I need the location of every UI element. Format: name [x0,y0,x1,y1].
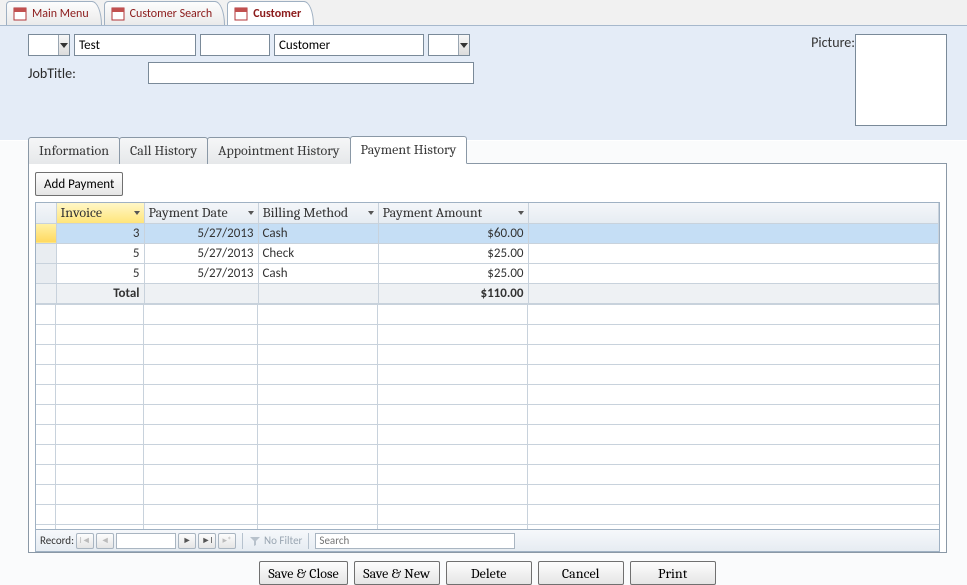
column-label: Payment Date [149,204,228,221]
tab-information[interactable]: Information [28,137,120,164]
cell-method[interactable]: Cash [258,263,378,283]
chevron-down-icon[interactable] [458,35,469,55]
first-name-field[interactable] [74,34,196,56]
tab-call-history[interactable]: Call History [119,137,208,164]
record-number-field[interactable] [116,533,176,549]
doc-tab-label: Customer Search [130,7,213,21]
form-icon [111,7,125,21]
chevron-down-icon[interactable] [130,208,140,218]
row-selector[interactable] [36,243,56,263]
select-all-handle[interactable] [36,203,56,223]
cell-date[interactable]: 5/27/2013 [144,263,258,283]
column-label: Billing Method [263,204,349,221]
record-search-input[interactable] [315,533,515,549]
total-amount: $110.00 [378,283,528,303]
total-label: Total [56,283,144,303]
payment-history-panel: Add Payment Invoice [28,163,947,553]
row-selector[interactable] [36,223,56,243]
table-total-row: Total $110.00 [36,283,939,303]
save-new-button[interactable]: Save & New [354,561,440,585]
column-header-payment-date[interactable]: Payment Date [144,203,258,223]
cell-date[interactable]: 5/27/2013 [144,223,258,243]
cell-blank [528,263,939,283]
jobtitle-field[interactable] [148,62,474,84]
chevron-down-icon[interactable] [364,208,374,218]
row-selector[interactable] [36,263,56,283]
doc-tab-label: Customer [253,7,301,21]
tab-label: Call History [130,142,197,159]
form-icon [13,7,27,21]
suffix-combo-input[interactable] [429,35,458,55]
cancel-button[interactable]: Cancel [538,561,624,585]
cell-invoice[interactable]: 5 [56,263,144,283]
tab-label: Payment History [361,141,457,158]
form-icon [234,7,248,21]
cell-blank [528,243,939,263]
column-header-blank [528,203,939,223]
add-payment-button[interactable]: Add Payment [35,172,123,196]
table-row[interactable]: 55/27/2013Cash$25.00 [36,263,939,283]
nav-next-button[interactable]: ► [178,533,196,549]
nav-last-button[interactable]: ►I [198,533,216,549]
middle-name-field[interactable] [200,34,270,56]
doc-tab-customer[interactable]: Customer [227,1,314,25]
filter-icon [249,535,261,547]
form-footer: Save & Close Save & New Delete Cancel Pr… [28,553,947,585]
column-header-billing-method[interactable]: Billing Method [258,203,378,223]
cell-method[interactable]: Check [258,243,378,263]
suffix-combo[interactable] [428,34,470,56]
tab-payment-history[interactable]: Payment History [350,136,468,164]
tab-appointment-history[interactable]: Appointment History [207,137,350,164]
no-filter-indicator[interactable]: No Filter [249,534,302,547]
no-filter-label: No Filter [264,534,302,547]
cell-amount[interactable]: $25.00 [378,243,528,263]
row-selector [36,283,56,303]
chevron-down-icon[interactable] [514,208,524,218]
column-header-invoice[interactable]: Invoice [56,203,144,223]
picture-box[interactable] [855,34,947,126]
column-header-payment-amount[interactable]: Payment Amount [378,203,528,223]
cell-date[interactable]: 5/27/2013 [144,243,258,263]
tab-label: Information [39,142,109,159]
cell-amount[interactable]: $60.00 [378,223,528,243]
last-name-field[interactable] [274,34,424,56]
print-button[interactable]: Print [630,561,716,585]
cell-amount[interactable]: $25.00 [378,263,528,283]
payment-grid: Invoice Payment Date Billing Method Paym… [35,202,940,552]
save-close-button[interactable]: Save & Close [259,561,347,585]
cell-blank [528,223,939,243]
nav-prev-button[interactable]: ◄ [96,533,114,549]
jobtitle-label: JobTitle: [28,65,140,82]
customer-header: JobTitle: Picture: [0,26,967,141]
nav-first-button[interactable]: I◄ [76,533,94,549]
doc-tab-label: Main Menu [32,7,89,21]
title-combo[interactable] [28,34,70,56]
picture-label: Picture: [811,34,855,51]
cell-invoice[interactable]: 3 [56,223,144,243]
chevron-down-icon[interactable] [244,208,254,218]
table-row[interactable]: 35/27/2013Cash$60.00 [36,223,939,243]
cell-invoice[interactable]: 5 [56,243,144,263]
doc-tab-main-menu[interactable]: Main Menu [6,1,102,25]
record-label: Record: [40,534,74,547]
table-row[interactable]: 55/27/2013Check$25.00 [36,243,939,263]
tab-label: Appointment History [218,142,339,159]
column-label: Invoice [61,204,103,221]
title-combo-input[interactable] [29,35,58,55]
payment-table: Invoice Payment Date Billing Method Paym… [36,203,939,304]
detail-tab-strip: Information Call History Appointment His… [28,137,947,163]
cell-method[interactable]: Cash [258,223,378,243]
nav-new-button[interactable]: ▸* [218,533,236,549]
doc-tab-customer-search[interactable]: Customer Search [104,1,226,25]
record-navigator: Record: I◄ ◄ ► ►I ▸* No Filter [36,529,939,551]
delete-button[interactable]: Delete [446,561,532,585]
column-label: Payment Amount [383,204,483,221]
document-tab-strip: Main Menu Customer Search Customer [0,0,967,26]
chevron-down-icon[interactable] [58,35,69,55]
grid-empty-area [36,304,939,530]
